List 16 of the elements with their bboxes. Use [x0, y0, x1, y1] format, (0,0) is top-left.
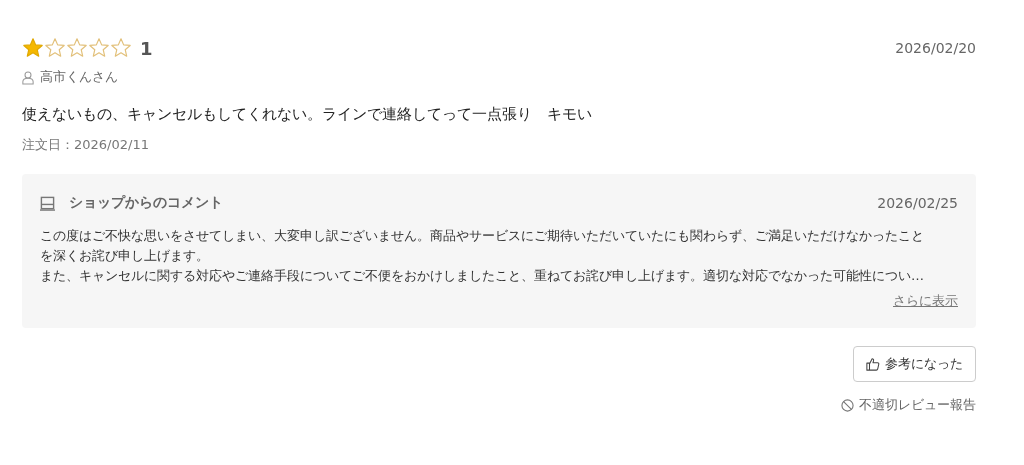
show-more-link[interactable]: さらに表示 — [893, 292, 958, 310]
prohibited-icon — [841, 398, 854, 412]
thumbs-up-icon — [866, 357, 880, 371]
helpful-button[interactable]: 参考になった — [853, 346, 976, 382]
order-date: 注文日：2026/02/11 — [22, 136, 150, 154]
comment-text: この度はご不快な思いをさせてしまい、大変申し訳ございません。商品やサービスにご期待いただいていたにも関わらず、ご満足いただけなかったことを深くお詫び申し上げます。 — [40, 227, 925, 265]
reviewer-name: 高市くんさん — [40, 68, 118, 86]
comment-text: また、キャンセルに関する対応やご連絡手段についてご不便をおかけしましたこと、重ねてお詫び申し上げます。適切な対応でなかった可能性につい… — [40, 267, 925, 285]
shop-comment-title: ショップからのコメント — [69, 194, 223, 212]
shop-icon — [40, 195, 55, 211]
review-date: 2026/02/20 — [895, 40, 976, 56]
person-icon — [22, 69, 34, 85]
report-link[interactable]: 不適切レビュー報告 — [841, 396, 976, 414]
comment-date: 2026/02/25 — [877, 195, 958, 211]
review-text: 使えないもの、キャンセルもしてくれない。ラインで連絡してって一点張り キモい — [22, 105, 593, 124]
rating-value: 1 — [140, 37, 153, 59]
